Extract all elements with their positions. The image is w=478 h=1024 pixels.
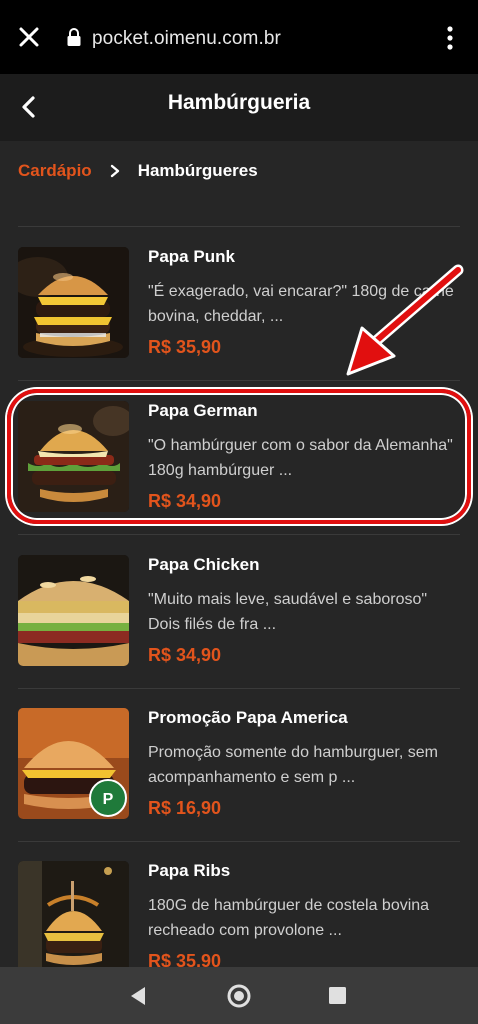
nav-recent-icon[interactable] [329,987,346,1004]
lock-icon [67,28,81,46]
divider [18,226,460,227]
pointer-arrow-icon [346,264,464,376]
burger-photo: P [18,708,129,819]
breadcrumb-current: Hambúrgueres [137,161,258,180]
burger-photo [18,555,129,666]
item-name: Promoção Papa America [148,708,348,727]
item-name: Papa Punk [148,247,235,266]
item-name: Papa Chicken [148,555,260,574]
menu-item-papa-chicken[interactable]: Papa Chicken "Muito mais leve, saudável … [18,555,460,667]
item-price: R$ 34,90 [148,645,222,665]
menu-item-promocao-papa-america[interactable]: P Promoção Papa America Promoção somente… [18,708,460,820]
breadcrumb-root-link[interactable]: Cardápio [18,161,92,181]
burger-photo [18,861,129,972]
app-header: Hambúrgueria [0,74,478,141]
system-nav-bar [0,967,478,1024]
close-icon[interactable] [14,22,44,52]
nav-back-icon[interactable] [128,985,148,1007]
breadcrumb: Cardápio Hambúrgueres [18,160,258,182]
svg-text:P: P [103,791,114,808]
browser-toolbar: pocket.oimenu.com.br [0,0,478,74]
item-price: R$ 16,90 [148,798,222,818]
chevron-right-icon [110,164,119,178]
item-description: Promoção somente do hamburguer, sem acom… [148,744,438,786]
divider [18,841,460,842]
divider [18,534,460,535]
page-title: Hambúrgueria [167,91,311,114]
highlight-box [7,389,471,524]
item-description: "Muito mais leve, saudável e saboroso" D… [148,591,428,633]
url-text[interactable]: pocket.oimenu.com.br [92,28,281,50]
nav-home-icon[interactable] [226,983,252,1009]
burger-photo [18,247,129,358]
more-vert-icon[interactable] [440,24,460,52]
item-price: R$ 35,90 [148,337,222,357]
divider [18,688,460,689]
item-name: Papa Ribs [148,861,231,880]
menu-item-papa-ribs[interactable]: Papa Ribs 180G de hambúrguer de costela … [18,861,460,973]
item-description: 180G de hambúrguer de costela bovina rec… [148,897,430,939]
